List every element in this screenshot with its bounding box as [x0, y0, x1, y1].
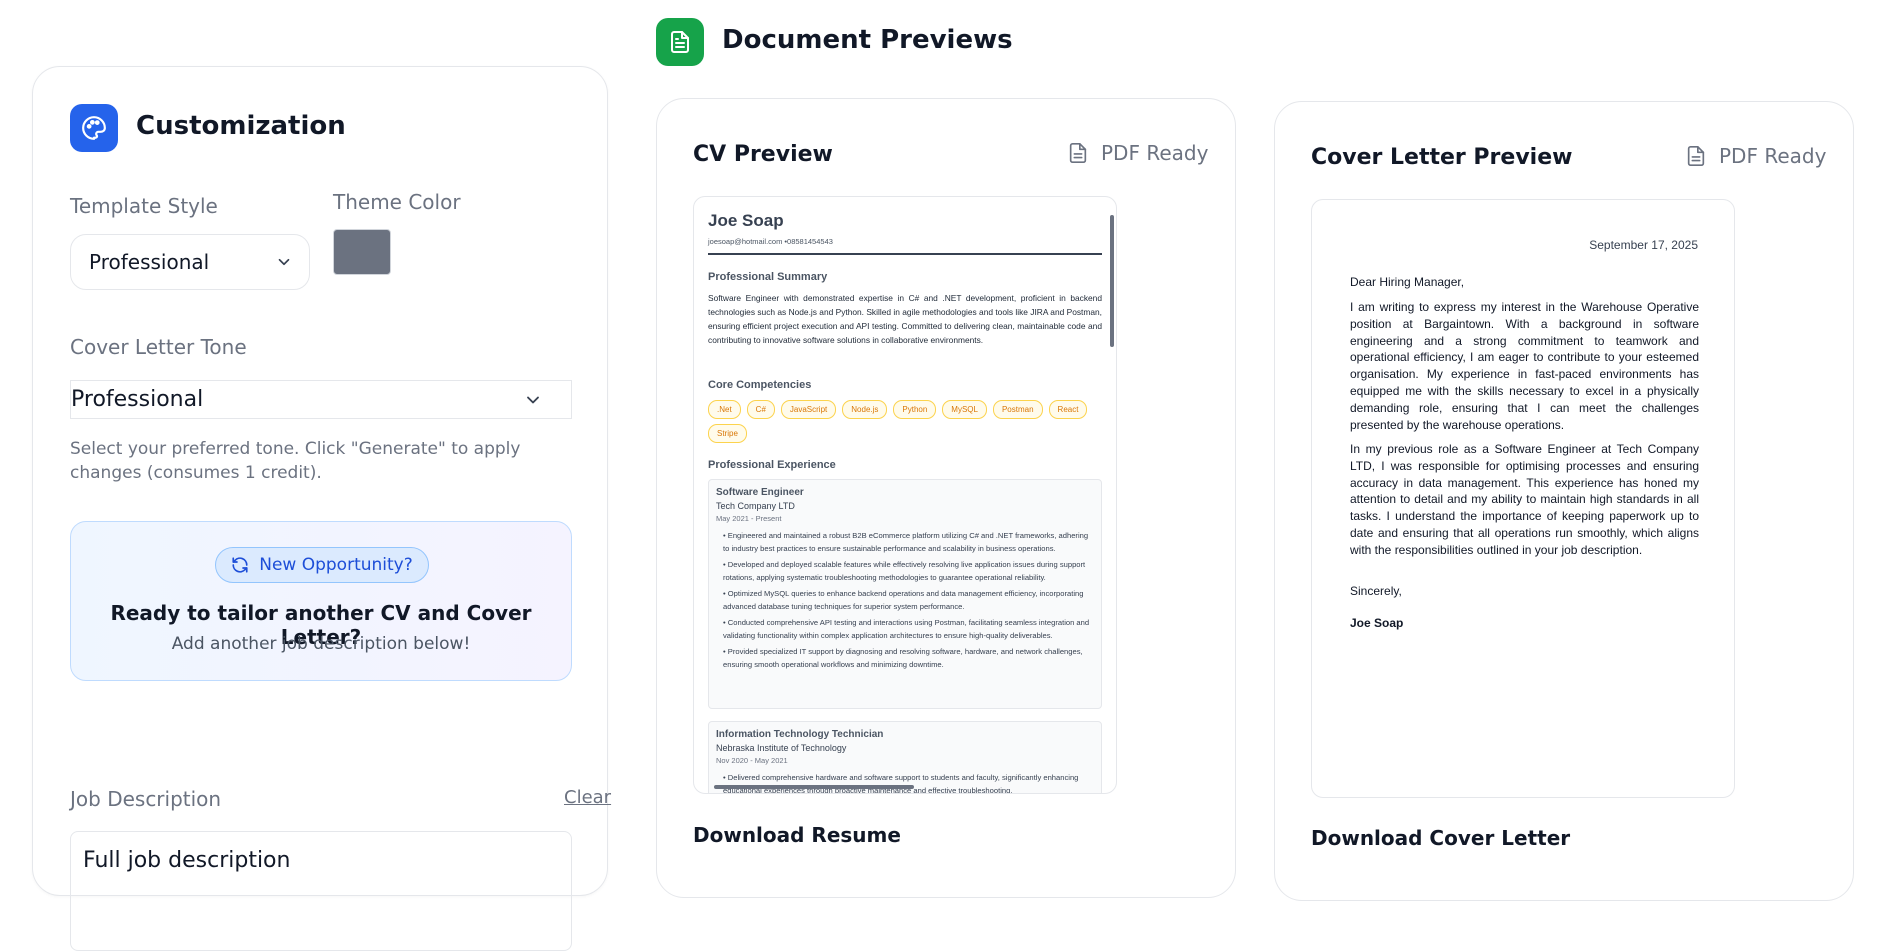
- cv-skill-list: .Net C# JavaScript Node.js Python MySQL …: [708, 400, 1102, 443]
- cover-letter-preview-title: Cover Letter Preview: [1311, 145, 1573, 170]
- cv-summary: Software Engineer with demonstrated expe…: [708, 293, 1102, 345]
- job-dates: Nov 2020 - May 2021: [716, 756, 788, 765]
- job-bullet: • Developed and deployed scalable featur…: [723, 560, 1086, 582]
- palette-icon: [82, 116, 106, 140]
- skill-chip: Stripe: [708, 424, 747, 443]
- template-style-select[interactable]: Professional: [70, 234, 310, 290]
- cover-letter-tone-label: Cover Letter Tone: [70, 335, 247, 359]
- cover-letter-preview-card: Cover Letter Preview PDF Ready September…: [1274, 101, 1854, 901]
- job-bullet: • Conducted comprehensive API testing an…: [723, 618, 1090, 640]
- customization-title: Customization: [136, 111, 346, 141]
- job-dates: May 2021 - Present: [716, 514, 782, 523]
- document-previews-title: Document Previews: [722, 25, 1013, 55]
- cv-experience-heading: Professional Experience: [708, 459, 836, 471]
- job-bullet: • Provided specialized IT support by dia…: [723, 647, 1083, 669]
- cv-summary-heading: Professional Summary: [708, 271, 828, 283]
- new-opportunity-label: New Opportunity?: [259, 555, 413, 575]
- clear-link[interactable]: Clear: [564, 787, 611, 808]
- job-description-input[interactable]: Full job description: [70, 831, 572, 951]
- cover-letter-tone-select[interactable]: Professional: [70, 380, 572, 419]
- customization-icon-tile: [70, 104, 118, 152]
- job-bullet: • Engineered and maintained a robust B2B…: [723, 531, 1089, 553]
- cv-pdf-status: PDF Ready: [1067, 141, 1208, 165]
- chevron-down-icon: [275, 253, 293, 271]
- cover-letter-signature: Joe Soap: [1350, 616, 1404, 630]
- cover-letter-paragraph: I am writing to express my interest in t…: [1350, 300, 1699, 432]
- cv-divider: [708, 253, 1102, 255]
- job-title: Information Technology Technician: [716, 729, 884, 740]
- skill-chip: JavaScript: [780, 400, 837, 419]
- skill-chip: Node.js: [842, 400, 888, 419]
- cover-letter-pdf-status: PDF Ready: [1685, 144, 1826, 168]
- cv-document[interactable]: Joe Soap joesoap@hotmail.com •0858145454…: [693, 196, 1117, 794]
- job-title: Software Engineer: [716, 487, 804, 498]
- download-resume-heading: Download Resume: [693, 823, 901, 847]
- cv-name: Joe Soap: [708, 211, 784, 230]
- cover-letter-greeting: Dear Hiring Manager,: [1350, 275, 1465, 289]
- theme-color-swatch[interactable]: [333, 229, 391, 275]
- new-opportunity-subtitle: Add another job description below!: [171, 634, 471, 654]
- job-bullet: • Delivered comprehensive hardware and s…: [723, 773, 1079, 794]
- cv-horizontal-scrollbar[interactable]: [714, 785, 914, 789]
- cv-job-entry: Software Engineer Tech Company LTD May 2…: [708, 479, 1102, 709]
- cover-letter-closing: Sincerely,: [1350, 584, 1402, 598]
- skill-chip: .Net: [708, 400, 741, 419]
- file-icon: [1069, 143, 1087, 163]
- skill-chip: Postman: [992, 400, 1043, 419]
- job-company: Nebraska Institute of Technology: [716, 743, 847, 753]
- document-previews-icon-tile: [656, 18, 704, 66]
- skill-chip: Python: [893, 400, 937, 419]
- skill-chip: React: [1048, 400, 1088, 419]
- new-opportunity-pill[interactable]: New Opportunity?: [215, 547, 429, 583]
- cv-preview-card: CV Preview PDF Ready Joe Soap joesoap@ho…: [656, 98, 1236, 898]
- job-bullets: • Engineered and maintained a robust B2B…: [716, 529, 1094, 671]
- document-icon: [671, 31, 689, 53]
- cover-letter-date: September 17, 2025: [1589, 238, 1698, 252]
- refresh-icon: [232, 557, 248, 573]
- skill-chip: MySQL: [942, 400, 987, 419]
- job-description-label: Job Description: [70, 787, 222, 811]
- job-bullet: • Optimized MySQL queries to enhance bac…: [723, 589, 1084, 611]
- download-cover-letter-heading: Download Cover Letter: [1311, 826, 1571, 850]
- theme-color-label: Theme Color: [333, 190, 461, 214]
- cv-competencies-heading: Core Competencies: [708, 379, 812, 391]
- cover-letter-paragraph: In my previous role as a Software Engine…: [1350, 442, 1699, 557]
- skill-chip: C#: [746, 400, 775, 419]
- cv-job-entry: Information Technology Technician Nebras…: [708, 721, 1102, 794]
- cv-preview-title: CV Preview: [693, 142, 833, 167]
- cv-pdf-status-label: PDF Ready: [1101, 141, 1209, 165]
- job-company: Tech Company LTD: [716, 501, 795, 511]
- chevron-down-icon: [523, 390, 543, 410]
- cv-vertical-scrollbar[interactable]: [1110, 215, 1114, 347]
- job-bullets: • Delivered comprehensive hardware and s…: [716, 771, 1094, 794]
- file-icon: [1687, 146, 1705, 166]
- new-opportunity-banner: New Opportunity? Ready to tailor another…: [70, 521, 572, 681]
- template-style-value: Professional: [89, 250, 210, 274]
- cover-letter-document[interactable]: September 17, 2025 Dear Hiring Manager, …: [1311, 199, 1735, 798]
- cover-letter-tone-value: Professional: [71, 387, 204, 412]
- tone-help-text: Select your preferred tone. Click "Gener…: [70, 439, 521, 483]
- cover-letter-pdf-status-label: PDF Ready: [1719, 144, 1827, 168]
- template-style-label: Template Style: [70, 194, 218, 218]
- customization-panel: Customization Template Style Theme Color…: [32, 66, 611, 951]
- cv-contact: joesoap@hotmail.com •08581454543: [708, 237, 833, 246]
